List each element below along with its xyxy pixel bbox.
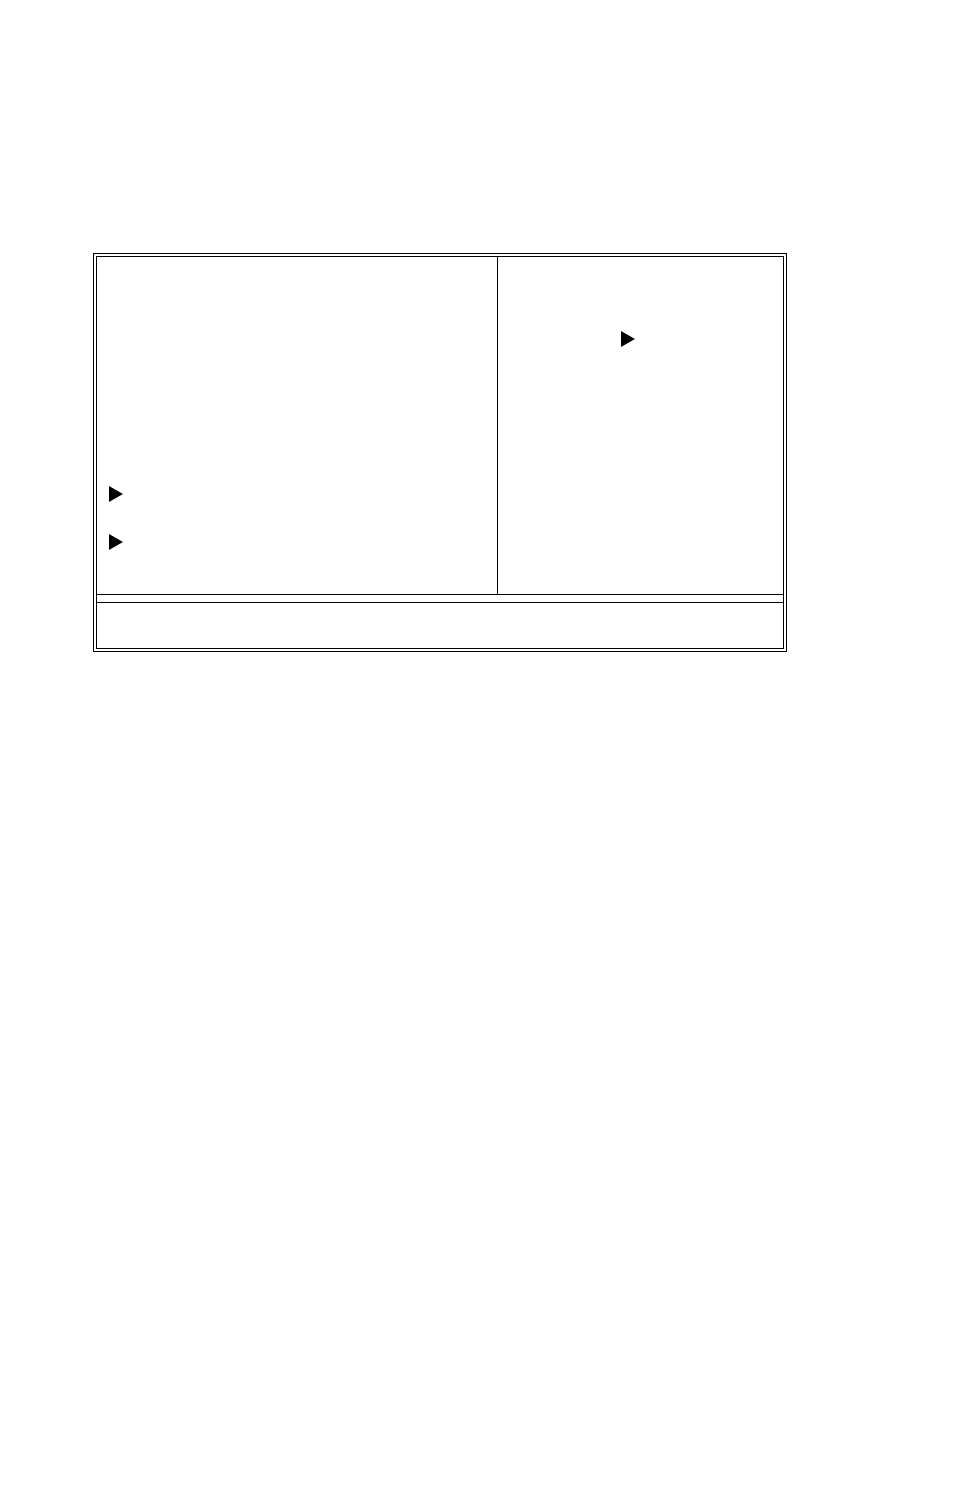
divider-line <box>97 594 783 595</box>
page <box>0 0 954 1494</box>
triangle-right-icon <box>109 486 123 502</box>
horizontal-divider <box>97 594 783 604</box>
triangle-right-icon <box>621 331 635 347</box>
divider-line <box>97 602 783 603</box>
vertical-divider <box>497 257 498 594</box>
upper-region <box>97 257 783 594</box>
triangle-right-icon <box>109 534 123 550</box>
framed-panel <box>93 253 787 652</box>
